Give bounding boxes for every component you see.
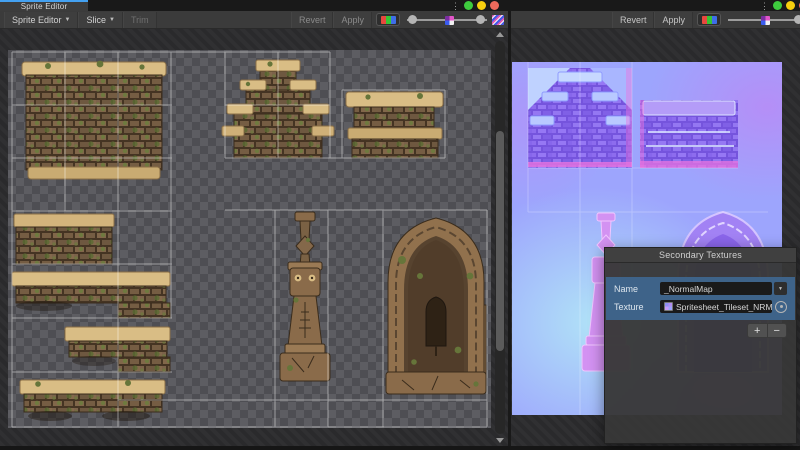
scroll-down-icon[interactable]: [496, 438, 504, 443]
vertical-scrollbar[interactable]: [493, 31, 507, 444]
revert-label: Revert: [620, 15, 647, 25]
slice-menu-button[interactable]: Slice ▼: [78, 12, 122, 28]
pane-controls-right: ⋮: [760, 0, 800, 11]
name-row: Name _NormalMap ▼: [614, 281, 787, 296]
chevron-down-icon: ▼: [109, 17, 115, 23]
sprite-platform-block: [346, 92, 443, 158]
texture-value: Spritesheet_Tileset_NRM: [676, 302, 772, 312]
window-bottom-edge: [0, 446, 800, 450]
apply-button[interactable]: Apply: [654, 12, 693, 28]
mip-slider-knob[interactable]: [476, 15, 485, 24]
apply-label: Apply: [341, 15, 364, 25]
normalmap-platform-block: [640, 100, 738, 168]
window-green-icon[interactable]: [464, 1, 473, 10]
name-label: Name: [614, 284, 660, 294]
scrollbar-thumb[interactable]: [496, 131, 504, 351]
tab-sprite-editor[interactable]: Sprite Editor: [0, 0, 88, 11]
texture-thumbnail-icon: [664, 302, 673, 311]
window-green-icon[interactable]: [773, 1, 782, 10]
right-toolbar: Revert Apply: [511, 11, 800, 29]
apply-button[interactable]: Apply: [333, 12, 372, 28]
zoom-mip-slider[interactable]: [407, 13, 487, 27]
texture-row: Texture Spritesheet_Tileset_NRM: [614, 299, 787, 314]
name-dropdown-button[interactable]: ▼: [774, 282, 787, 295]
panel-title: Secondary Textures: [605, 248, 796, 263]
sprite-wall-large: [22, 61, 166, 179]
slice-menu-label: Slice: [86, 15, 106, 25]
window-red-icon[interactable]: [490, 1, 499, 10]
panel-footer-buttons: + −: [747, 323, 787, 338]
object-picker-icon[interactable]: [775, 301, 787, 313]
sprite-totem: [280, 212, 330, 381]
mip-texture-icon: [761, 16, 770, 25]
name-dropdown[interactable]: _NormalMap: [660, 282, 772, 295]
texture-label: Texture: [614, 302, 660, 312]
scroll-up-icon[interactable]: [496, 32, 504, 37]
sprite-editor-menu-button[interactable]: Sprite Editor ▼: [4, 12, 78, 28]
zoom-slider-knob[interactable]: [794, 15, 800, 24]
spritesheet-texture[interactable]: [8, 50, 491, 428]
revert-button[interactable]: Revert: [612, 12, 655, 28]
color-channels-button[interactable]: [376, 13, 400, 26]
menu-dots-icon[interactable]: ⋮: [760, 1, 769, 11]
secondary-textures-panel: Secondary Textures Name _NormalMap ▼ Tex…: [604, 247, 797, 444]
rgb-icon: [381, 16, 396, 24]
add-texture-button[interactable]: +: [748, 324, 768, 337]
pane-controls-left: ⋮: [451, 0, 499, 11]
trim-button[interactable]: Trim: [123, 12, 157, 28]
chevron-down-icon: ▼: [65, 17, 71, 23]
left-toolbar: Sprite Editor ▼ Slice ▼ Trim Revert Appl…: [0, 11, 508, 29]
revert-button[interactable]: Revert: [291, 12, 334, 28]
window-yellow-icon[interactable]: [477, 1, 486, 10]
rgb-icon: [702, 16, 717, 24]
selected-secondary-texture[interactable]: Name _NormalMap ▼ Texture Spritesheet_Ti…: [606, 277, 795, 320]
sprite-editor-menu-label: Sprite Editor: [12, 15, 62, 25]
name-value: _NormalMap: [664, 284, 713, 294]
color-channels-button[interactable]: [697, 13, 721, 26]
tab-bar: Sprite Editor ⋮ ⋮: [0, 0, 800, 11]
apply-label: Apply: [662, 15, 685, 25]
zoom-mip-slider[interactable]: [728, 13, 800, 27]
texture-object-field[interactable]: Spritesheet_Tileset_NRM: [660, 300, 772, 313]
chevron-down-icon: ▼: [778, 286, 783, 292]
sprite-arch-portal: [386, 218, 486, 394]
zoom-slider-knob[interactable]: [408, 15, 417, 24]
mip-texture-icon: [445, 16, 454, 25]
window-yellow-icon[interactable]: [786, 1, 795, 10]
revert-label: Revert: [299, 15, 326, 25]
mipmap-icon: [492, 15, 504, 25]
menu-dots-icon[interactable]: ⋮: [451, 1, 460, 11]
sprite-editor-left-pane: [0, 29, 508, 446]
trim-label: Trim: [131, 15, 149, 25]
tab-label: Sprite Editor: [21, 2, 68, 11]
remove-texture-button[interactable]: −: [768, 324, 787, 337]
